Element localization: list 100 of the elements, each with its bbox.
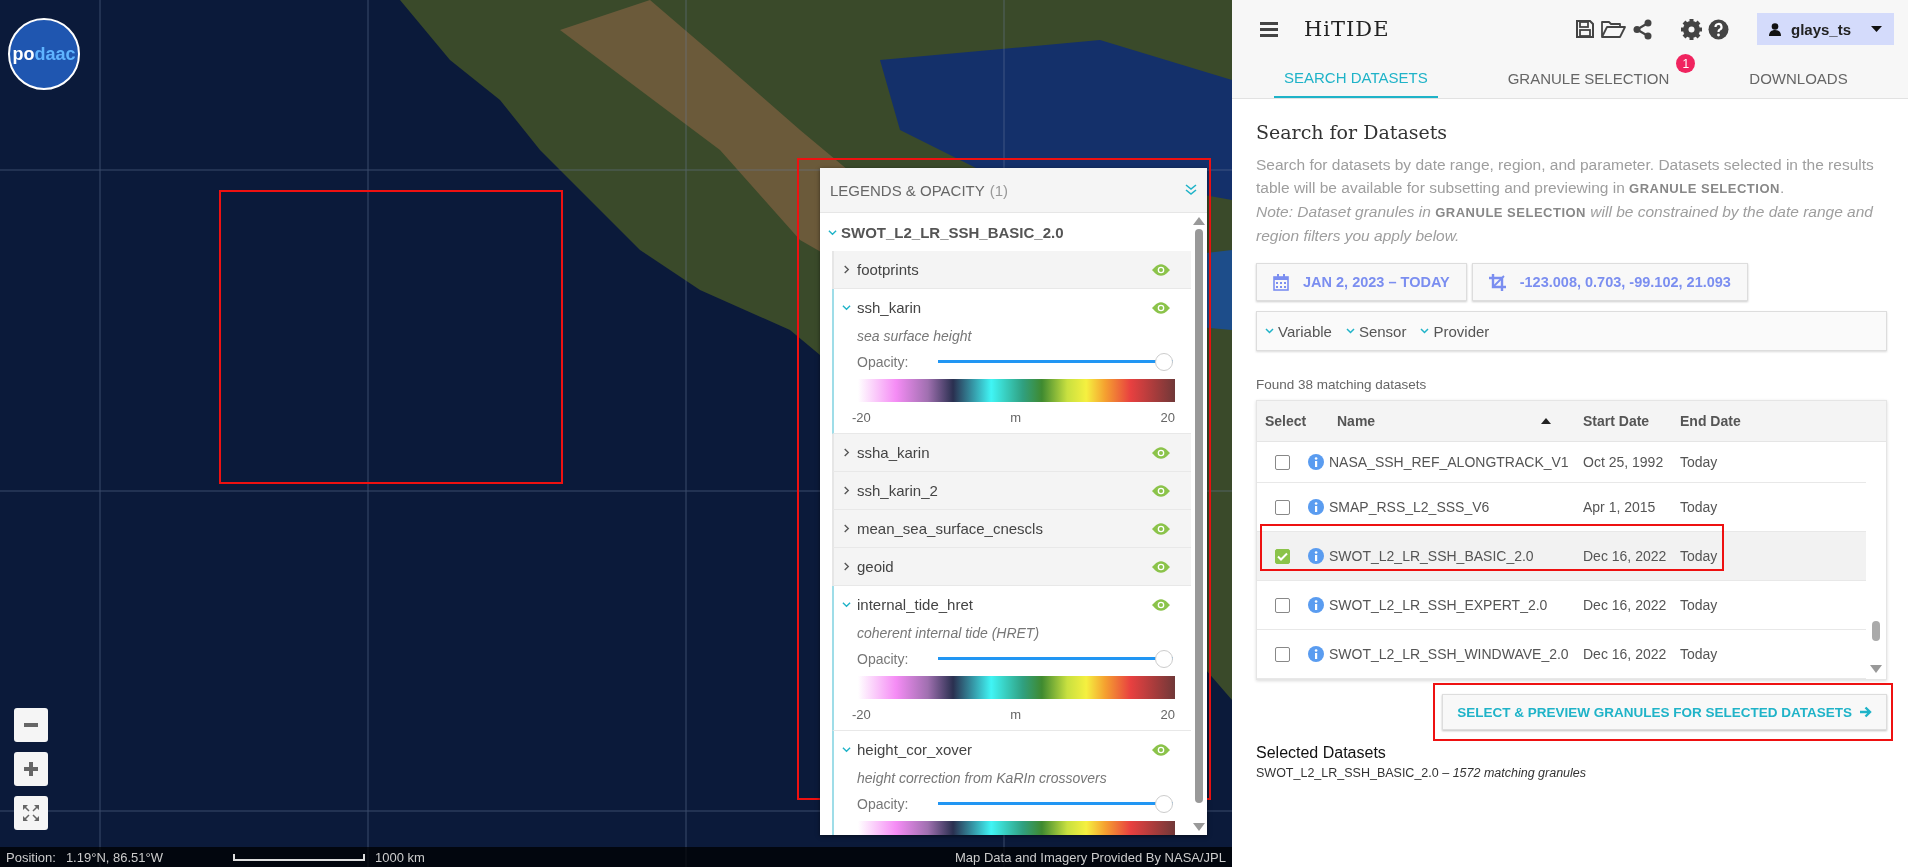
expand-icon — [22, 804, 40, 822]
checkbox[interactable] — [1275, 646, 1290, 662]
start-date: Dec 16, 2022 — [1582, 548, 1668, 564]
chevron-icon[interactable] — [842, 448, 851, 457]
plus-icon — [24, 762, 38, 776]
result-count: Found 38 matching datasets — [1256, 377, 1428, 392]
opacity-slider[interactable] — [938, 650, 1173, 668]
description-text: Search for datasets by date range, region, and parameter. Datasets selected in the results table will be available for subsetting and previewing in GRANULE SELECTION. — [1256, 155, 1875, 198]
scroll-down-icon[interactable] — [1870, 665, 1882, 673]
zoom-in-button[interactable] — [14, 752, 48, 786]
layer-name[interactable]: height_cor_xover — [857, 741, 973, 758]
save-icon[interactable] — [1575, 19, 1595, 39]
scale-min: -20 — [852, 410, 871, 425]
tab[interactable]: DOWNLOADS — [1739, 58, 1858, 98]
facet-dropdown[interactable]: Provider — [1420, 322, 1490, 340]
checkbox[interactable] — [1275, 597, 1290, 613]
column-header[interactable]: End Date — [1680, 413, 1787, 429]
facet-dropdown[interactable]: Variable — [1265, 322, 1332, 340]
layer-name[interactable]: ssh_karin — [857, 299, 922, 316]
scroll-down-icon[interactable] — [1193, 823, 1205, 831]
checkbox[interactable] — [1275, 548, 1290, 564]
chevron-icon[interactable] — [842, 265, 851, 274]
eye-icon[interactable] — [1151, 300, 1171, 315]
eye-icon[interactable] — [1151, 445, 1171, 460]
layer-name[interactable]: ssh_karin_2 — [857, 482, 938, 499]
scroll-up-icon[interactable] — [1193, 217, 1205, 225]
dataset-name: SMAP_RSS_L2_SSS_V6 — [1329, 499, 1491, 515]
selected-title: Selected Datasets — [1256, 744, 1387, 762]
minus-icon — [24, 723, 38, 727]
column-header[interactable]: Name — [1329, 413, 1376, 429]
chevron-icon[interactable] — [842, 562, 851, 571]
sort-ascending-icon[interactable] — [1541, 418, 1551, 424]
opacity-label: Opacity: — [857, 354, 909, 370]
start-date: Oct 25, 1992 — [1582, 454, 1665, 470]
start-date: Dec 16, 2022 — [1582, 597, 1668, 613]
opacity-label: Opacity: — [857, 796, 909, 812]
eye-icon[interactable] — [1151, 521, 1171, 536]
dataset-name: NASA_SSH_REF_ALONGTRACK_V1 — [1329, 454, 1570, 470]
layer-count: (1) — [989, 181, 1009, 199]
eye-icon[interactable] — [1151, 483, 1171, 498]
facet-dropdown[interactable]: Sensor — [1345, 322, 1407, 340]
start-date: Dec 16, 2022 — [1582, 646, 1668, 662]
opacity-slider[interactable] — [938, 353, 1173, 371]
end-date: Today — [1680, 499, 1719, 515]
end-date: Today — [1680, 597, 1719, 613]
end-date: Today — [1680, 548, 1719, 564]
app-title: HiTIDE — [1304, 17, 1390, 41]
zoom-out-button[interactable] — [14, 708, 48, 742]
menu-icon[interactable] — [1260, 21, 1278, 37]
crop-icon — [1488, 273, 1506, 291]
info-icon[interactable] — [1308, 597, 1324, 613]
share-icon[interactable] — [1632, 18, 1653, 40]
collapse-icon[interactable] — [1185, 184, 1197, 196]
checkbox[interactable] — [1275, 499, 1290, 515]
eye-icon[interactable] — [1151, 597, 1171, 612]
arrow-right-icon — [1860, 706, 1872, 718]
layer-name[interactable]: ssha_karin — [857, 444, 930, 461]
help-icon[interactable] — [1708, 18, 1729, 40]
eye-icon[interactable] — [1151, 742, 1171, 757]
scale-unit: m — [1010, 410, 1022, 425]
selected-dataset: SWOT_L2_LR_SSH_BASIC_2.0 – 1572 matching granules — [1256, 766, 1588, 780]
info-icon[interactable] — [1308, 454, 1324, 470]
layer-description: sea surface height — [856, 327, 973, 346]
checkbox[interactable] — [1275, 454, 1290, 470]
user-menu-button[interactable]: glays_ts — [1757, 13, 1894, 45]
scale-label: 1000 km — [375, 849, 425, 865]
note-text: Note: Dataset granules in GRANULE SELECTION will be constrained by the date range and region filters you apply below. — [1256, 202, 1875, 246]
scale-min: -20 — [852, 707, 871, 722]
layer-name[interactable]: geoid — [857, 558, 894, 575]
caret-icon — [1871, 26, 1882, 32]
column-header[interactable]: Start Date — [1571, 413, 1680, 429]
end-date: Today — [1680, 454, 1719, 470]
scale-unit: m — [1010, 707, 1022, 722]
chevron-icon[interactable] — [842, 524, 851, 533]
folder-icon[interactable] — [1601, 19, 1626, 39]
chevron-icon — [1265, 328, 1274, 334]
info-icon[interactable] — [1308, 499, 1324, 515]
column-header[interactable]: Select — [1257, 413, 1329, 429]
layer-name[interactable]: internal_tide_hret — [857, 596, 973, 613]
dataset-name: SWOT_L2_LR_SSH_BASIC_2.0 — [841, 223, 1064, 241]
layer-name[interactable]: footprints — [857, 261, 919, 278]
fullscreen-button[interactable] — [14, 796, 48, 830]
user-icon — [1769, 22, 1781, 36]
scrollbar-thumb[interactable] — [1872, 621, 1880, 641]
chevron-icon[interactable] — [842, 486, 851, 495]
scale-max: 20 — [1160, 410, 1175, 425]
info-icon[interactable] — [1308, 548, 1324, 564]
attribution: Map Data and Imagery Provided By NASA/JPL — [955, 849, 1226, 865]
dataset-name: SWOT_L2_LR_SSH_WINDWAVE_2.0 — [1329, 646, 1570, 662]
calendar-icon — [1273, 273, 1289, 291]
eye-icon[interactable] — [1151, 262, 1171, 277]
opacity-slider[interactable] — [938, 795, 1173, 813]
layer-description: coherent internal tide (HRET) — [856, 624, 1041, 643]
settings-icon[interactable] — [1681, 18, 1702, 40]
chevron-icon — [1420, 328, 1430, 334]
eye-icon[interactable] — [1151, 559, 1171, 574]
dataset-name: SWOT_L2_LR_SSH_BASIC_2.0 — [1329, 548, 1535, 564]
info-icon[interactable] — [1308, 646, 1324, 662]
section-title: Search for Datasets — [1256, 121, 1449, 143]
scale-max: 20 — [1160, 707, 1175, 722]
